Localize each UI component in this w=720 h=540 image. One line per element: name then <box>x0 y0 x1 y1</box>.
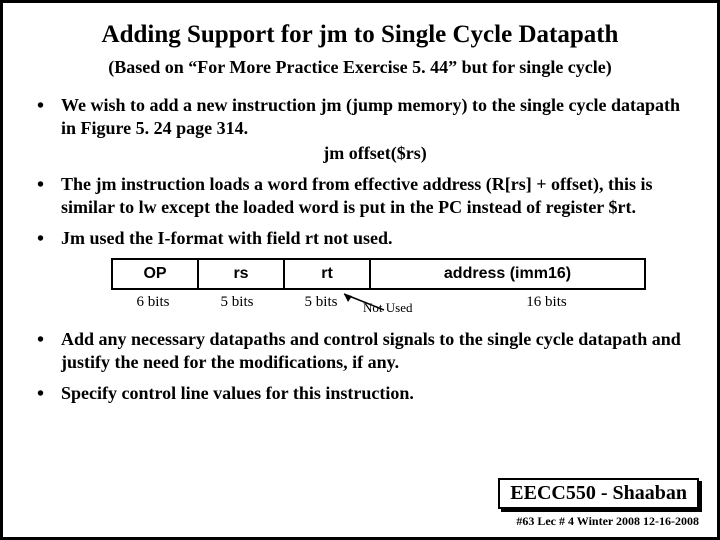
format-header-row: OP rs rt address (imm16) <box>111 258 646 290</box>
bullet-text: The jm instruction loads a word from eff… <box>61 174 653 217</box>
format-field-addr: address (imm16) <box>371 260 644 288</box>
slide: Adding Support for jm to Single Cycle Da… <box>0 0 720 540</box>
bullet-text: Add any necessary datapaths and control … <box>61 329 681 372</box>
bullet-list: We wish to add a new instruction jm (jum… <box>31 94 689 250</box>
format-width-op: 6 bits <box>111 294 195 316</box>
instruction-format: OP rs rt address (imm16) 6 bits 5 bits 5… <box>111 258 646 316</box>
footer-course-tag: EECC550 - Shaaban <box>498 478 699 509</box>
format-field-rs: rs <box>199 260 285 288</box>
bullet-text: We wish to add a new instruction jm (jum… <box>61 95 680 138</box>
bullet-text: Jm used the I-format with field rt not u… <box>61 228 392 248</box>
bullet-text: Specify control line values for this ins… <box>61 383 414 403</box>
bullet-item: The jm instruction loads a word from eff… <box>31 173 689 219</box>
footer-meta: #63 Lec # 4 Winter 2008 12-16-2008 <box>516 514 699 529</box>
bullet-item: Jm used the I-format with field rt not u… <box>31 227 689 250</box>
format-field-rt: rt <box>285 260 371 288</box>
spacer <box>31 318 689 328</box>
slide-subtitle: (Based on “For More Practice Exercise 5.… <box>31 57 689 78</box>
bullet-item: We wish to add a new instruction jm (jum… <box>31 94 689 165</box>
slide-title: Adding Support for jm to Single Cycle Da… <box>31 21 689 49</box>
bullet-list-2: Add any necessary datapaths and control … <box>31 328 689 405</box>
bullet-item: Specify control line values for this ins… <box>31 382 689 405</box>
format-width-rs: 5 bits <box>195 294 279 316</box>
format-width-addr: 16 bits <box>447 294 646 316</box>
bullet-item: Add any necessary datapaths and control … <box>31 328 689 374</box>
not-used-arrow <box>336 292 396 314</box>
bullet-subline: jm offset($rs) <box>61 142 689 165</box>
format-width-row: 6 bits 5 bits 5 bits Not Used 16 bits <box>111 294 646 316</box>
format-field-op: OP <box>113 260 199 288</box>
